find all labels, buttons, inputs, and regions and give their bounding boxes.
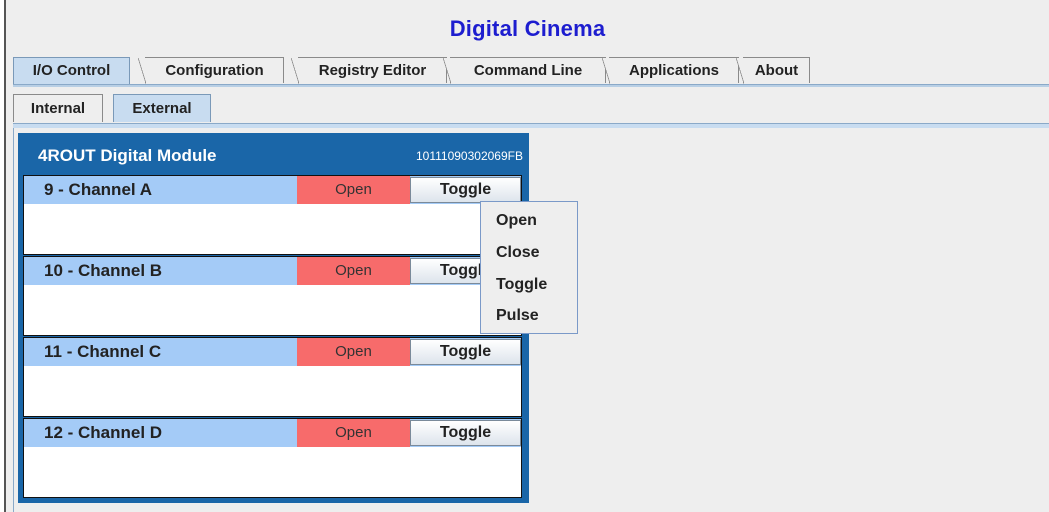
channel-name: 10 - Channel B bbox=[44, 261, 163, 280]
channel-header: 9 - Channel A Open Toggle bbox=[24, 176, 521, 204]
tab-registry-editor[interactable]: Registry Editor bbox=[291, 57, 447, 84]
menu-item-close[interactable]: Close bbox=[496, 244, 540, 262]
channel-header: 12 - Channel D Open Toggle bbox=[24, 419, 521, 447]
app-window: Digital Cinema I/O Control Configuration… bbox=[0, 0, 1049, 512]
toggle-popup-menu: Open Close Toggle Pulse bbox=[480, 201, 578, 334]
channel-name: 9 - Channel A bbox=[44, 180, 152, 199]
channel-row: 11 - Channel C Open Toggle bbox=[23, 337, 522, 417]
channel-row: 10 - Channel B Open Toggle bbox=[23, 256, 522, 336]
app-title: Digital Cinema bbox=[449, 16, 606, 41]
menu-item-toggle[interactable]: Toggle bbox=[496, 276, 547, 294]
channel-header: 10 - Channel B Open Toggle bbox=[24, 257, 521, 285]
tab-command-line[interactable]: Command Line bbox=[443, 57, 606, 84]
channel-row: 12 - Channel D Open Toggle bbox=[23, 418, 522, 498]
tab-configuration[interactable]: Configuration bbox=[138, 57, 284, 84]
tab-io-control[interactable]: I/O Control bbox=[13, 57, 130, 85]
channel-row: 9 - Channel A Open Toggle bbox=[23, 175, 522, 255]
menu-item-pulse[interactable]: Pulse bbox=[496, 307, 539, 325]
digital-module-panel: 4ROUT Digital Module 10111090302069FB 9 … bbox=[18, 133, 529, 503]
tab-applications[interactable]: Applications bbox=[602, 57, 739, 84]
toggle-button[interactable]: Toggle bbox=[410, 177, 521, 203]
channel-name: 11 - Channel C bbox=[44, 342, 162, 361]
toggle-button[interactable]: Toggle bbox=[410, 339, 521, 365]
module-serial: 10111090302069FB bbox=[416, 149, 523, 163]
channel-status-badge: Open bbox=[297, 419, 410, 447]
channel-status-badge: Open bbox=[297, 338, 410, 366]
channel-name: 12 - Channel D bbox=[44, 423, 163, 442]
tab-strip-underline bbox=[13, 84, 1049, 87]
tab-about[interactable]: About bbox=[736, 57, 810, 84]
main-tab-strip: I/O Control Configuration Registry Edito… bbox=[13, 57, 1049, 85]
channel-status-badge: Open bbox=[297, 176, 410, 204]
channel-header: 11 - Channel C Open Toggle bbox=[24, 338, 521, 366]
toggle-button[interactable]: Toggle bbox=[410, 420, 521, 446]
sub-tab-strip: Internal External bbox=[13, 94, 1049, 122]
menu-item-open[interactable]: Open bbox=[496, 212, 537, 230]
window-left-border bbox=[0, 0, 6, 512]
module-title: 4ROUT Digital Module bbox=[38, 146, 217, 165]
tab-internal[interactable]: Internal bbox=[13, 94, 103, 122]
channel-status-badge: Open bbox=[297, 257, 410, 285]
tab-external[interactable]: External bbox=[113, 94, 211, 122]
